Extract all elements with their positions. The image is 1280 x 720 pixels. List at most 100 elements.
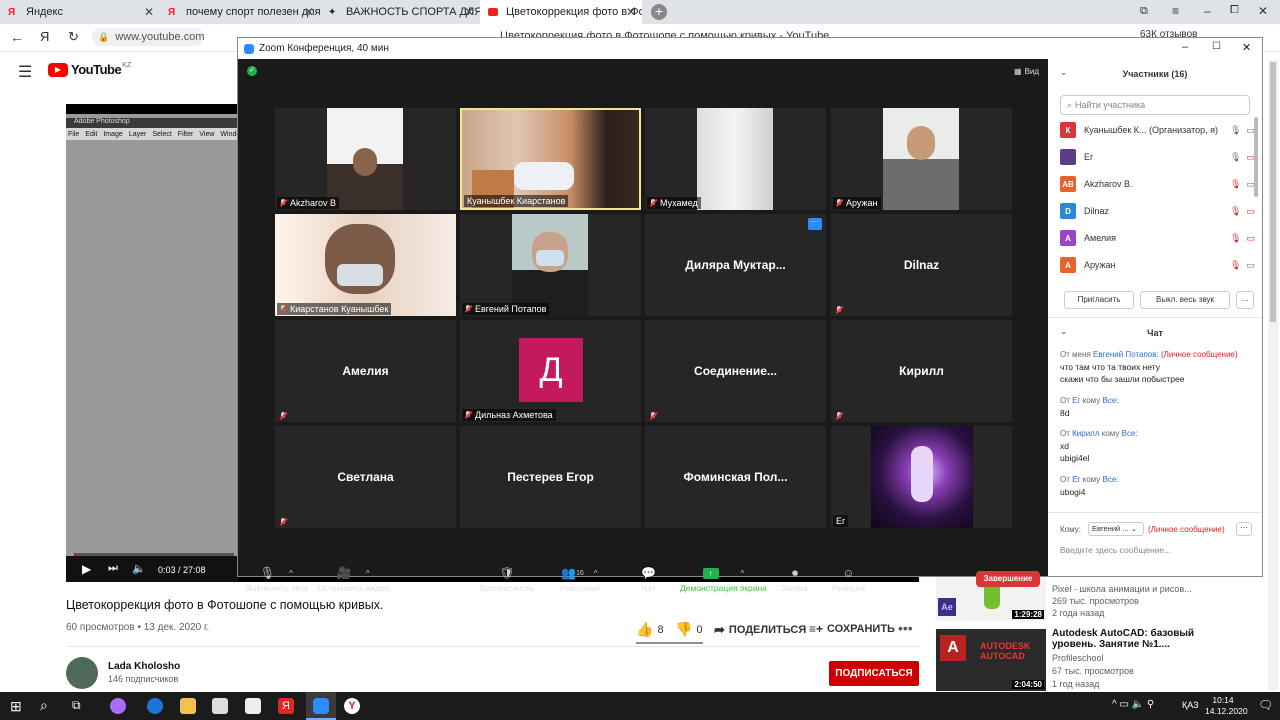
tab-sport[interactable]: Япочему спорт полезен для ✕ — [160, 0, 320, 24]
participants-more-button[interactable]: ... — [1236, 291, 1254, 309]
video-tile[interactable]: Фоминская Пол... — [645, 426, 826, 528]
channel-avatar[interactable] — [66, 657, 98, 689]
participant-row[interactable]: Ег 🎙 ▭ — [1060, 147, 1255, 167]
encryption-shield-icon[interactable]: ✓ — [247, 66, 257, 76]
name-label: Евгений Потапов — [462, 303, 550, 315]
search-icon[interactable]: ⌕ — [40, 697, 48, 714]
yandex-home-icon[interactable]: Я — [40, 29, 49, 44]
video-tile[interactable]: Светлана — [275, 426, 456, 528]
video-tile[interactable]: Соединение... — [645, 320, 826, 422]
next-icon[interactable]: ⏭ — [108, 562, 118, 575]
close-icon[interactable]: ✕ — [626, 5, 636, 19]
video-player[interactable]: Adobe Photoshop File Edit Image Layer Select… — [66, 104, 245, 582]
channel-subs: 146 подписчиков — [108, 674, 179, 684]
invite-button[interactable]: Пригласить — [1064, 291, 1134, 309]
video-tile[interactable]: Д Дильназ Ахметова — [460, 320, 641, 422]
video-tile[interactable]: Евгений Потапов — [460, 214, 641, 316]
address-bar[interactable]: 🔒 www.youtube.com — [92, 28, 204, 46]
file-explorer-icon[interactable] — [180, 698, 196, 714]
mute-all-button[interactable]: Выкл. весь звук — [1140, 291, 1230, 309]
video-tile[interactable]: Пестерев Егор — [460, 426, 641, 528]
tab-sport-importance[interactable]: ✦ ВАЖНОСТЬ СПОРТА ДЛЯ Д ✕ — [320, 0, 480, 24]
participant-row[interactable]: AB Akzharov B. 🎙 ▭ — [1060, 174, 1255, 194]
channel-name[interactable]: Lada Kholosho — [108, 661, 180, 672]
end-meeting-button[interactable]: Завершение — [976, 571, 1040, 587]
task-view-icon[interactable]: ⧉ — [72, 698, 81, 713]
chat-input[interactable]: Введите здесь сообщение... — [1060, 545, 1250, 555]
video-tile[interactable]: Киарстанов Куанышбек — [275, 214, 456, 316]
minimize-icon[interactable]: – — [1182, 41, 1188, 53]
reactions-button[interactable]: ☺ Реакции — [832, 566, 865, 593]
tab-yandex[interactable]: Я Яндекс ✕ — [0, 0, 160, 24]
hamburger-icon[interactable]: ☰ — [18, 62, 32, 82]
video-tile[interactable]: Аружан — [831, 108, 1012, 210]
menu-icon[interactable]: ≡ — [1172, 4, 1179, 18]
participant-search-input[interactable]: ⌕ Найти участника — [1060, 95, 1250, 115]
store-icon[interactable] — [212, 698, 228, 714]
zoom-window: Zoom Конференция, 40 мин – ☐ ✕ ✓ ▦ Вид Ak… — [237, 37, 1263, 593]
chat-recipient-select[interactable]: Евгений ... ⌄ — [1088, 522, 1144, 536]
video-tile[interactable]: Амелия — [275, 320, 456, 422]
participant-row[interactable]: А Амелия 🎙 ▭ — [1060, 228, 1255, 248]
volume-icon[interactable]: 🔈 — [132, 562, 146, 575]
tile-more-button[interactable]: ··· — [808, 218, 822, 230]
youtube-logo[interactable]: ▶ YouTube KZ — [48, 62, 131, 77]
security-button[interactable]: 🛡 Безопасность — [480, 566, 534, 593]
save-button[interactable]: ≡+ СОХРАНИТЬ — [809, 622, 895, 636]
close-window-icon[interactable]: ✕ — [1258, 4, 1268, 18]
tab-youtube[interactable]: Цветокоррекция фото в Фо ✕ — [480, 0, 642, 24]
video-tile[interactable]: Akzharov B — [275, 108, 456, 210]
maximize-icon[interactable]: ☐ — [1212, 41, 1221, 52]
participant-avatar: AB — [1060, 176, 1076, 192]
subscribe-button[interactable]: ПОДПИСАТЬСЯ — [829, 661, 919, 686]
record-button[interactable]: ⏺ Запись — [781, 566, 809, 594]
chat-more-button[interactable]: ··· — [1236, 522, 1252, 536]
close-icon[interactable]: ✕ — [464, 5, 474, 19]
new-tab-button[interactable]: + — [651, 4, 667, 20]
reload-icon[interactable]: ↻ — [68, 29, 79, 45]
page-scrollbar[interactable] — [1268, 60, 1278, 690]
clock[interactable]: 10:14 14.12.2020 — [1205, 695, 1248, 717]
chat-button[interactable]: 💬 Чат — [641, 566, 656, 593]
windows-start-icon[interactable]: ⊞ — [10, 698, 22, 715]
share-button[interactable]: ➦ ПОДЕЛИТЬСЯ — [714, 622, 806, 638]
more-icon[interactable]: ••• — [898, 620, 913, 636]
view-button[interactable]: ▦ Вид — [1014, 67, 1039, 76]
language-indicator[interactable]: ҚАЗ — [1182, 700, 1199, 710]
like-button[interactable]: 👍 8 — [636, 621, 664, 638]
video-tile[interactable]: ··· Диляра Муктар... — [645, 214, 826, 316]
participants-scrollbar[interactable] — [1254, 117, 1258, 197]
dislike-button[interactable]: 👎 0 — [675, 621, 703, 638]
mail-icon[interactable] — [245, 698, 261, 714]
stop-video-button[interactable]: 🎥 ^ Остановить видео — [317, 566, 389, 593]
video-tile[interactable]: Dilnaz — [831, 214, 1012, 316]
video-tile[interactable]: Кирилл — [831, 320, 1012, 422]
related-title-2[interactable]: Autodesk AutoCAD: базовый уровень. Занят… — [1052, 628, 1222, 650]
share-screen-button[interactable]: ↑ ^ Демонстрация экрана — [680, 566, 767, 593]
tabs-icon[interactable]: ⧉ — [1140, 5, 1148, 18]
mute-button[interactable]: 🎙 ^ Выключить звук — [245, 566, 308, 593]
video-tile[interactable]: Ег — [831, 426, 1012, 528]
video-tile[interactable]: Мухамед — [645, 108, 826, 210]
participant-row[interactable]: А Аружан 🎙 ▭ — [1060, 255, 1255, 275]
related-thumb-2[interactable]: A AUTODESK AUTOCAD 2:04:50 — [936, 629, 1046, 691]
minimize-icon[interactable]: – — [1204, 4, 1211, 18]
restore-icon[interactable]: ⧠ — [1230, 4, 1239, 17]
close-icon[interactable]: ✕ — [144, 5, 154, 19]
play-icon[interactable]: ▶ — [82, 562, 91, 576]
close-icon[interactable]: ✕ — [304, 5, 314, 19]
video-tile-active-speaker[interactable]: Куанышбек Киарстанов — [460, 108, 641, 210]
edge-icon[interactable] — [147, 698, 163, 714]
progress-bar[interactable] — [74, 553, 234, 556]
yandex-icon[interactable]: Y — [344, 698, 360, 714]
tray-icons[interactable]: ^ ▭ 🔈 ⚲ — [1112, 699, 1154, 710]
close-window-icon[interactable]: ✕ — [1242, 41, 1251, 54]
zoom-taskbar-button[interactable] — [306, 692, 336, 720]
alice-icon[interactable] — [110, 698, 126, 714]
notifications-icon[interactable]: 🗨 — [1258, 698, 1273, 712]
participant-row[interactable]: D Dilnaz 🎙 ▭ — [1060, 201, 1255, 221]
back-icon[interactable]: ← — [10, 29, 24, 45]
participant-row[interactable]: К Куанышбек К... (Организатор, я) 🎙 ▭ — [1060, 120, 1255, 140]
yandex-browser-icon[interactable]: Я — [278, 698, 294, 714]
participants-button[interactable]: 👥 16 ^ Участники — [559, 566, 600, 593]
